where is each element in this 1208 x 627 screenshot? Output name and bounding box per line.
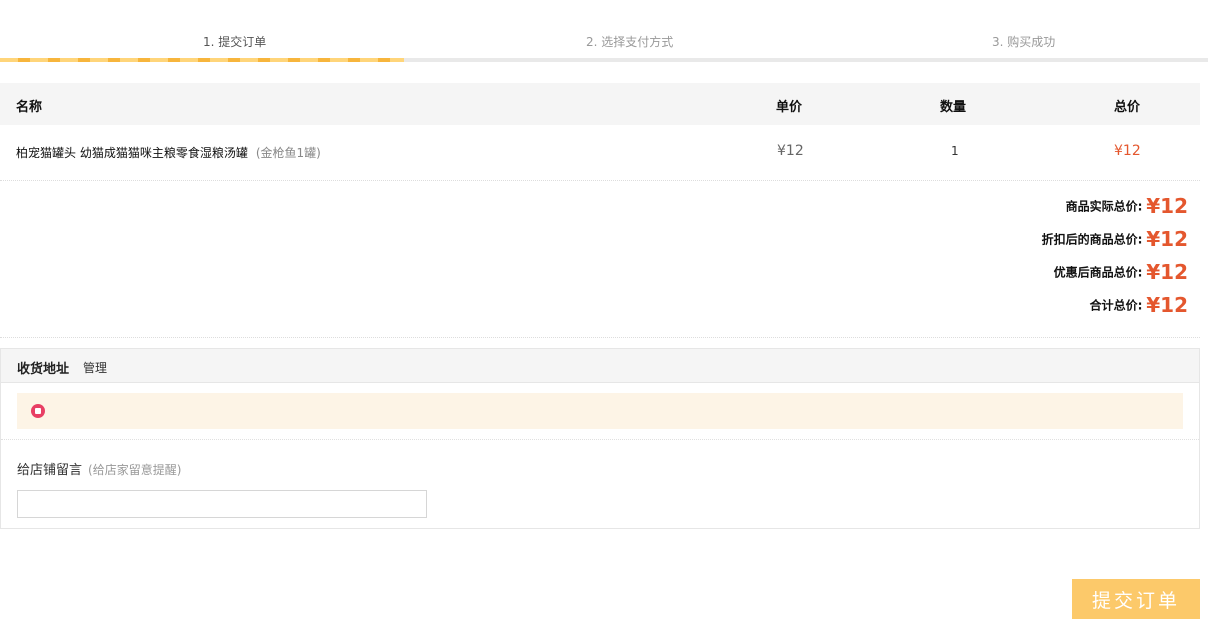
product-table-header: 名称 单价 数量 总价 [0,83,1200,125]
submit-order-button[interactable]: 提交订单 [1072,579,1200,619]
address-radio-icon[interactable] [31,404,45,418]
step-submit-order: 1. 提交订单 [203,35,267,49]
header-name: 名称 [16,100,43,115]
message-label: 给店铺留言 [17,463,83,478]
unit-price: ¥12 [777,143,804,159]
summary-value: ¥12 [1146,293,1188,317]
product-spec: (金枪鱼1罐) [255,146,321,160]
address-panel-header: 收货地址 管理 [1,349,1199,383]
address-title: 收货地址 [17,362,70,377]
step-progress-fill [0,58,404,62]
product-name[interactable]: 柏宠猫罐头 幼猫成猫猫咪主粮零食湿粮汤罐 [16,146,248,160]
message-hint: (给店家留意提醒) [88,463,182,477]
summary-label: 合计总价: [1089,298,1143,313]
summary-label: 折扣后的商品总价: [1041,232,1143,247]
summary-discounted-total: 折扣后的商品总价: ¥12 [788,227,1188,260]
summary-coupon-total: 优惠后商品总价: ¥12 [788,260,1188,293]
manage-address-link[interactable]: 管理 [83,359,107,376]
header-total: 总价 [1114,100,1141,115]
step-choose-payment: 2. 选择支付方式 [586,35,674,49]
summary-label: 商品实际总价: [1065,199,1143,214]
summary-value: ¥12 [1146,260,1188,284]
panel-divider [1,439,1199,440]
row-total: ¥12 [1114,143,1141,159]
address-panel: 收货地址 管理 给店铺留言 (给店家留意提醒) [0,348,1200,529]
step-purchase-success: 3. 购买成功 [992,35,1056,49]
message-label-row: 给店铺留言 (给店家留意提醒) [17,459,181,478]
summary-grand-total: 合计总价: ¥12 [788,293,1188,326]
order-steps: 1. 提交订单 2. 选择支付方式 3. 购买成功 [0,0,1208,62]
summary-value: ¥12 [1146,227,1188,251]
header-unit-price: 单价 [776,100,803,115]
summary-label: 优惠后商品总价: [1053,265,1143,280]
quantity: 1 [951,144,959,158]
product-cell: 柏宠猫罐头 幼猫成猫猫咪主粮零食湿粮汤罐 (金枪鱼1罐) [16,144,321,161]
summary-actual-total: 商品实际总价: ¥12 [788,194,1188,227]
message-input[interactable] [17,490,427,518]
header-quantity: 数量 [940,100,967,115]
summary-divider [0,337,1200,338]
address-option[interactable] [17,393,1183,429]
price-summary: 商品实际总价: ¥12 折扣后的商品总价: ¥12 优惠后商品总价: ¥12 合… [788,194,1188,326]
summary-value: ¥12 [1146,194,1188,218]
table-row: 柏宠猫罐头 幼猫成猫猫咪主粮零食湿粮汤罐 (金枪鱼1罐) ¥12 1 ¥12 [0,125,1200,181]
